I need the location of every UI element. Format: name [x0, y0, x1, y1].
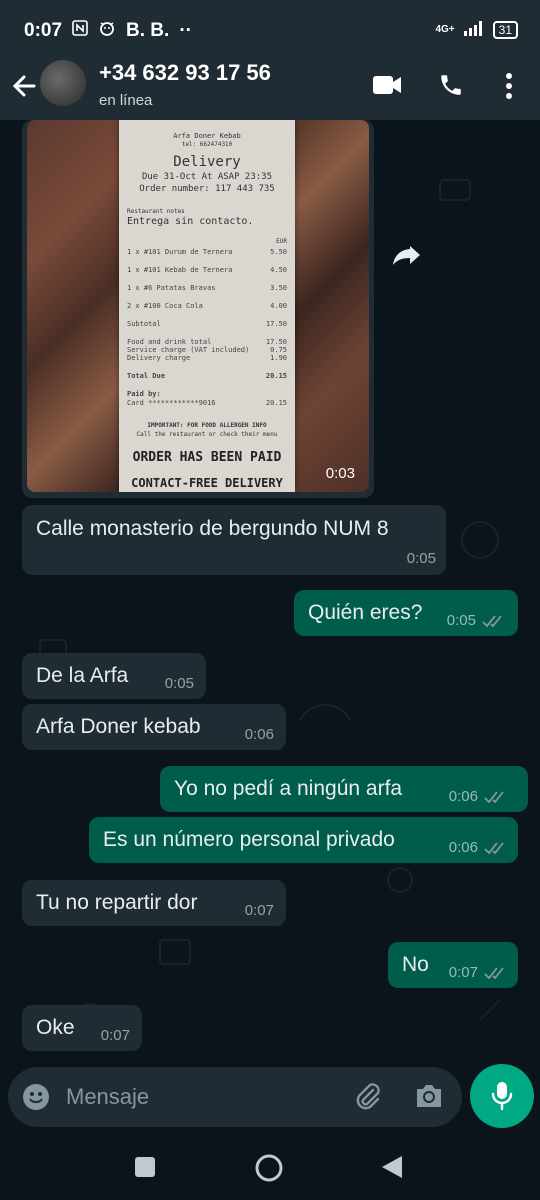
voice-message-button[interactable] — [470, 1064, 534, 1128]
receipt-row: 1 x #6 Patatas Bravas 3.50 — [127, 284, 287, 292]
receipt-contactless: CONTACT-FREE DELIVERY — [131, 476, 283, 490]
camera-icon[interactable] — [414, 1083, 444, 1114]
chat-header: +34 632 93 17 56 en línea — [0, 56, 540, 120]
receipt-photo[interactable]: Arfa Doner Kebab tel: 662474310 Delivery… — [27, 120, 369, 492]
receipt-row: 2 x #100 Coca Cola 4.00 — [127, 302, 287, 310]
double-check-icon — [484, 837, 508, 861]
chat-area[interactable]: Arfa Doner Kebab tel: 662474310 Delivery… — [0, 120, 540, 1065]
back-nav-icon[interactable] — [380, 1154, 404, 1185]
more-notifications: ·· — [179, 20, 192, 41]
message-text: Calle monasterio de bergundo NUM 8 — [36, 517, 389, 540]
receipt-row: Food and drink total 17.50 — [127, 338, 287, 346]
status-time: 0:07 — [24, 20, 63, 41]
back-arrow-icon[interactable] — [10, 70, 38, 102]
message-text: De la Arfa — [36, 664, 129, 687]
message-text: Tu no repartir dor — [36, 891, 198, 914]
double-check-icon — [484, 962, 508, 986]
more-vert-icon[interactable] — [504, 72, 514, 105]
message-incoming[interactable]: Tu no repartir dor 0:07 — [22, 880, 286, 926]
battery-icon: 31 — [492, 20, 518, 39]
message-outgoing[interactable]: No 0:07 — [388, 942, 518, 988]
message-text: No — [402, 953, 429, 976]
receipt-row: Service charge (VAT included) 0.75 — [127, 346, 287, 354]
message-time: 0:05 — [406, 550, 436, 567]
message-incoming[interactable]: De la Arfa 0:05 — [22, 653, 206, 699]
message-text: Es un número personal privado — [103, 828, 395, 851]
message-text: Oke — [36, 1016, 75, 1039]
image-message[interactable]: Arfa Doner Kebab tel: 662474310 Delivery… — [22, 120, 374, 498]
receipt-paid: ORDER HAS BEEN PAID — [132, 450, 282, 465]
recents-icon[interactable] — [134, 1156, 156, 1183]
message-input-bar[interactable]: Mensaje — [8, 1067, 462, 1127]
message-time: 0:06 — [448, 788, 478, 805]
message-time: 0:05 — [446, 612, 476, 629]
message-outgoing[interactable]: Quién eres? 0:05 — [294, 590, 518, 636]
receipt-due: Due 31-Oct At ASAP 23:35 — [141, 172, 273, 182]
system-nav-bar — [0, 1136, 540, 1200]
home-icon[interactable] — [254, 1153, 284, 1188]
message-outgoing[interactable]: Yo no pedí a ningún arfa 0:06 — [160, 766, 528, 812]
nfc-icon — [72, 20, 88, 42]
notification-icon — [98, 20, 116, 42]
emoji-icon[interactable] — [22, 1083, 50, 1116]
attach-icon[interactable] — [352, 1081, 384, 1118]
receipt-allergen2: Call the restaurant or check their menu — [136, 431, 278, 438]
status-right: 4G+ 31 — [435, 20, 518, 39]
forward-icon[interactable] — [390, 238, 424, 272]
status-bar: 0:07 B. B. ·· 4G+ 31 — [0, 0, 540, 56]
receipt-notes: Entrega sin contacto. — [127, 216, 254, 227]
receipt-row: 1 x #101 Durum de Ternera 5.50 — [127, 248, 287, 256]
receipt-row: Subtotal 17.50 — [127, 320, 287, 328]
receipt: Arfa Doner Kebab tel: 662474310 Delivery… — [119, 120, 295, 492]
image-timestamp: 0:03 — [325, 465, 355, 482]
receipt-row: Paid by: — [127, 390, 161, 398]
message-time: 0:07 — [244, 902, 274, 919]
receipt-currency: EUR — [276, 238, 287, 245]
avatar[interactable] — [40, 60, 86, 106]
carrier-label: B. B. — [126, 20, 170, 41]
signal-icon — [463, 20, 485, 39]
phone-icon[interactable] — [438, 72, 464, 103]
receipt-phone: tel: 662474310 — [181, 141, 233, 148]
double-check-icon — [484, 786, 508, 810]
contact-status: en línea — [99, 92, 153, 109]
receipt-notes-label: Restaurant notes — [127, 208, 185, 215]
receipt-restaurant: Arfa Doner Kebab — [173, 132, 241, 140]
message-outgoing[interactable]: Es un número personal privado 0:06 — [89, 817, 518, 863]
message-text: Yo no pedí a ningún arfa — [174, 777, 403, 800]
receipt-row: Card ************9016 20.15 — [127, 399, 287, 407]
message-time: 0:07 — [100, 1027, 130, 1044]
message-time: 0:05 — [164, 675, 194, 692]
receipt-order: Order number: 117 443 735 — [139, 184, 275, 194]
message-incoming[interactable]: Calle monasterio de bergundo NUM 8 0:05 — [22, 505, 446, 575]
message-time: 0:06 — [244, 726, 274, 743]
status-left: 0:07 B. B. ·· — [24, 20, 192, 42]
double-check-icon — [482, 610, 506, 634]
contact-info[interactable]: +34 632 93 17 56 en línea — [99, 60, 271, 109]
message-input[interactable]: Mensaje — [66, 1084, 149, 1110]
contact-name: +34 632 93 17 56 — [99, 60, 271, 85]
message-incoming[interactable]: Oke 0:07 — [22, 1005, 142, 1051]
receipt-row: Total Due 20.15 — [127, 372, 287, 380]
receipt-allergen: IMPORTANT: FOR FOOD ALLERGEN INFO — [147, 422, 267, 429]
microphone-icon — [490, 1080, 514, 1117]
message-incoming[interactable]: Arfa Doner kebab 0:06 — [22, 704, 286, 750]
receipt-row: Delivery charge 1.90 — [127, 354, 287, 362]
message-time: 0:06 — [448, 839, 478, 856]
message-time: 0:07 — [448, 964, 478, 981]
video-call-icon[interactable] — [372, 74, 402, 101]
receipt-row: 1 x #101 Kebab de Ternera 4.50 — [127, 266, 287, 274]
receipt-title: Delivery — [173, 154, 241, 170]
message-text: Arfa Doner kebab — [36, 715, 201, 738]
network-label: 4G+ — [435, 24, 455, 35]
message-text: Quién eres? — [308, 601, 423, 624]
